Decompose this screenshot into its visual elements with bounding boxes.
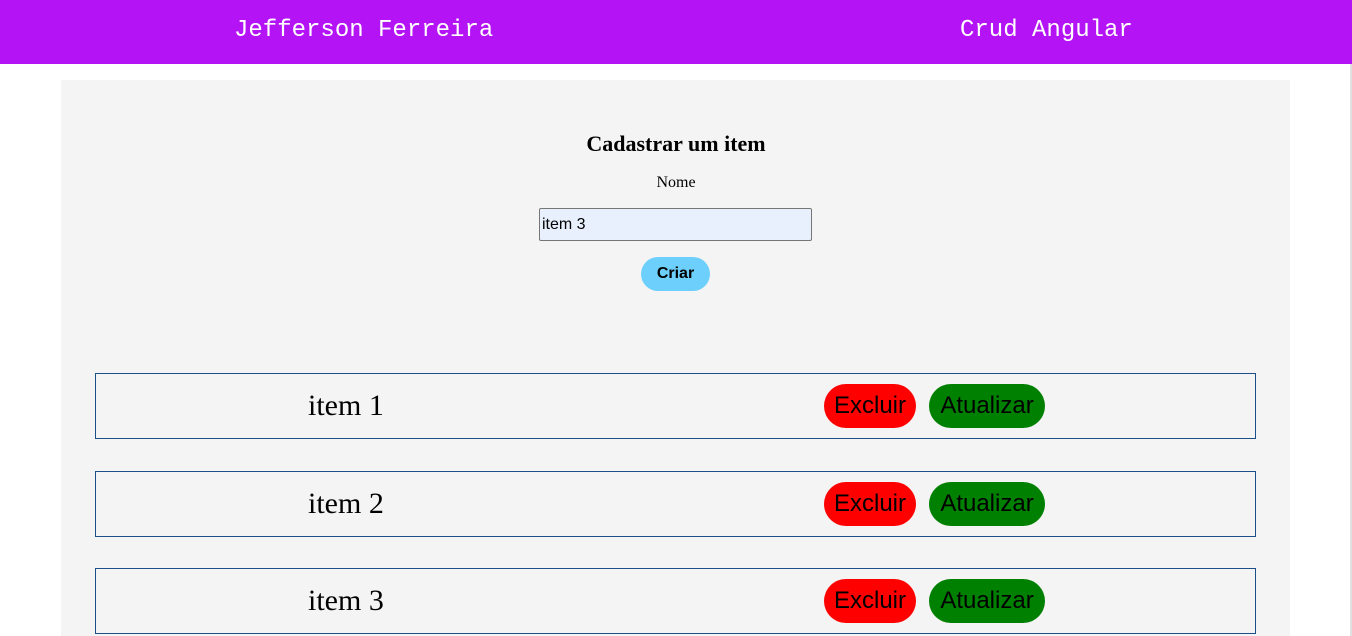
name-input[interactable] (539, 208, 812, 241)
item-name: item 3 (308, 584, 384, 617)
list-item: item 2 Excluir Atualizar (95, 471, 1256, 537)
update-button[interactable]: Atualizar (929, 384, 1045, 428)
list-item: item 3 Excluir Atualizar (95, 568, 1256, 634)
delete-button[interactable]: Excluir (824, 579, 916, 623)
delete-button[interactable]: Excluir (824, 384, 916, 428)
update-button[interactable]: Atualizar (929, 579, 1045, 623)
delete-button[interactable]: Excluir (824, 482, 916, 526)
app-title: Crud Angular (960, 17, 1133, 44)
form-title: Cadastrar um item (586, 131, 766, 156)
create-button[interactable]: Criar (641, 257, 710, 291)
top-navbar: Jefferson Ferreira Crud Angular (0, 0, 1352, 64)
author-name: Jefferson Ferreira (234, 17, 494, 44)
update-button[interactable]: Atualizar (929, 482, 1045, 526)
item-name: item 1 (308, 389, 384, 422)
name-label: Nome (656, 174, 696, 191)
item-name: item 2 (308, 487, 384, 520)
main-panel (61, 80, 1290, 636)
list-item: item 1 Excluir Atualizar (95, 373, 1256, 439)
